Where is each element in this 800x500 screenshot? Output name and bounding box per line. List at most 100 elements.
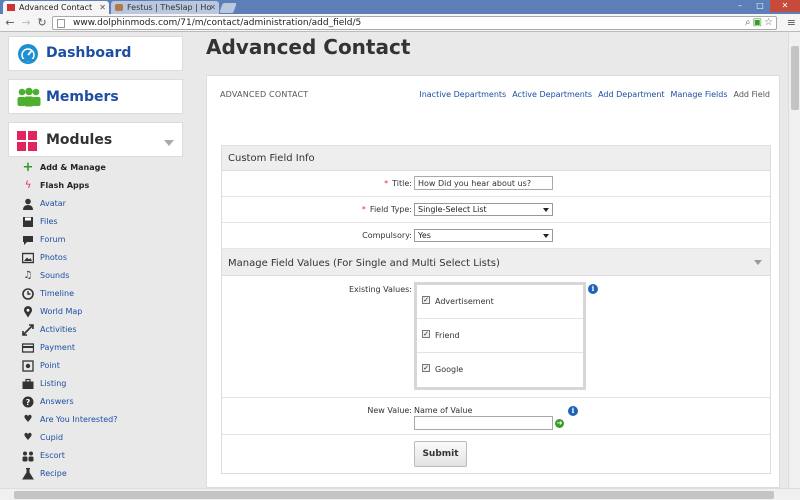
module-item-forum[interactable]: Forum <box>8 231 183 249</box>
module-item-add-manage[interactable]: + Add & Manage <box>8 159 183 177</box>
required-marker: * <box>384 179 389 188</box>
title-label: * Title: <box>384 179 412 188</box>
module-item-label: Files <box>40 217 58 226</box>
music-icon: ♫ <box>23 270 33 281</box>
module-item-activities[interactable]: Activities <box>8 321 183 339</box>
module-item-label: Are You Interested? <box>40 415 118 424</box>
minimize-icon[interactable]: – <box>730 0 750 12</box>
module-item-cupid[interactable]: ♥ Cupid <box>8 429 183 447</box>
new-value-input[interactable] <box>414 416 553 430</box>
dashboard-icon <box>18 44 38 64</box>
module-item-sounds[interactable]: ♫ Sounds <box>8 267 183 285</box>
field-type-select[interactable]: Single-Select List <box>414 203 553 216</box>
link-manage-fields[interactable]: Manage Fields <box>671 90 728 99</box>
horizontal-scrollbar[interactable] <box>0 488 800 500</box>
maximize-icon[interactable]: □ <box>750 0 770 12</box>
floppy-icon <box>23 217 33 227</box>
content-panel: ADVANCED CONTACT Inactive Departments Ac… <box>206 75 780 488</box>
add-field-form: Custom Field Info *Title: *Field Type: S… <box>221 145 771 474</box>
title-input[interactable] <box>414 176 553 190</box>
module-item-label: Point <box>40 361 60 370</box>
panel-title: ADVANCED CONTACT <box>220 90 309 99</box>
point-icon <box>22 360 34 372</box>
plus-icon: + <box>22 160 34 175</box>
value-checkbox[interactable]: ✓ <box>422 330 430 338</box>
module-item-photos[interactable]: Photos <box>8 249 183 267</box>
section-manage-field-values[interactable]: Manage Field Values (For Single and Mult… <box>222 249 770 276</box>
sidebar-modules[interactable]: Modules <box>8 122 183 157</box>
submit-button[interactable]: Submit <box>414 441 467 467</box>
reload-icon[interactable]: ↻ <box>35 16 49 30</box>
section-title: Manage Field Values (For Single and Mult… <box>228 258 500 269</box>
value-checkbox[interactable]: ✓ <box>422 296 430 304</box>
browser-tab-strip: Advanced Contact ✕ Festus | TheSlap | Ho… <box>0 0 800 14</box>
section-custom-field-info: Custom Field Info <box>222 146 770 171</box>
url-text[interactable]: www.dolphinmods.com/71/m/contact/adminis… <box>73 18 361 29</box>
clock-icon <box>22 288 34 300</box>
chevron-down-icon[interactable] <box>754 260 762 265</box>
arrows-icon <box>22 324 34 336</box>
favicon-icon <box>7 4 15 11</box>
module-item-timeline[interactable]: Timeline <box>8 285 183 303</box>
sidebar-members[interactable]: Members <box>8 79 183 114</box>
new-tab-button[interactable] <box>219 3 237 13</box>
value-label: Google <box>435 365 464 374</box>
info-icon[interactable]: i <box>588 284 598 294</box>
browser-tab-active[interactable]: Advanced Contact ✕ <box>3 1 109 14</box>
module-item-escort[interactable]: Escort <box>8 447 183 465</box>
module-item-recipe[interactable]: Recipe <box>8 465 183 483</box>
window-close-icon[interactable]: ✕ <box>770 0 800 12</box>
modules-icon <box>17 131 37 151</box>
scrollbar-thumb[interactable] <box>791 46 799 110</box>
compulsory-value: Yes <box>418 231 431 240</box>
module-item-flash-apps[interactable]: ϟ Flash Apps <box>8 177 183 195</box>
briefcase-icon <box>22 378 34 389</box>
vertical-scrollbar[interactable] <box>788 32 800 488</box>
module-item-point[interactable]: Point <box>8 357 183 375</box>
module-item-label: Flash Apps <box>40 181 90 190</box>
chevron-down-icon[interactable] <box>164 140 174 146</box>
address-bar[interactable]: www.dolphinmods.com/71/m/contact/adminis… <box>52 16 777 30</box>
value-checkbox[interactable]: ✓ <box>422 364 430 372</box>
tab-close-icon[interactable]: ✕ <box>99 1 106 14</box>
back-icon[interactable]: ← <box>3 16 17 30</box>
module-item-label: Escort <box>40 451 65 460</box>
module-item-world-map[interactable]: World Map <box>8 303 183 321</box>
row-submit: Submit <box>222 435 770 473</box>
page-title: Advanced Contact <box>206 35 411 59</box>
link-active-departments[interactable]: Active Departments <box>512 90 592 99</box>
user-icon <box>23 198 33 210</box>
card-icon <box>22 343 34 353</box>
module-item-payment[interactable]: Payment <box>8 339 183 357</box>
photo-icon <box>22 252 34 264</box>
heart-icon: ♥ <box>23 432 33 443</box>
link-add-department[interactable]: Add Department <box>598 90 664 99</box>
extension-icon[interactable]: ▣ <box>753 17 762 29</box>
browser-menu-icon[interactable]: ≡ <box>787 17 796 29</box>
bookmark-star-icon[interactable]: ☆ <box>764 17 773 29</box>
module-item-answers[interactable]: ? Answers <box>8 393 183 411</box>
add-value-icon[interactable]: ➜ <box>555 419 564 428</box>
browser-tab-inactive[interactable]: Festus | TheSlap | Ho ✕ <box>111 1 219 14</box>
forward-icon[interactable]: → <box>19 16 33 30</box>
module-item-listing[interactable]: Listing <box>8 375 183 393</box>
sidebar-dashboard[interactable]: Dashboard <box>8 36 183 71</box>
omnibox-icons: ⌕ ▣ ☆ <box>745 17 773 29</box>
list-item: ✓ Google <box>417 353 583 387</box>
chat-icon <box>23 236 33 245</box>
zoom-icon[interactable]: ⌕ <box>745 17 751 29</box>
module-item-label: Activities <box>40 325 77 334</box>
compulsory-select[interactable]: Yes <box>414 229 553 242</box>
tab-close-icon[interactable]: ✕ <box>209 1 216 14</box>
module-item-avatar[interactable]: Avatar <box>8 195 183 213</box>
info-icon[interactable]: i <box>568 406 578 416</box>
row-title: * Title: <box>222 171 770 197</box>
heart-icon: ♥ <box>23 414 33 425</box>
section-title: Custom Field Info <box>228 153 315 164</box>
link-inactive-departments[interactable]: Inactive Departments <box>419 90 506 99</box>
module-item-files[interactable]: Files <box>8 213 183 231</box>
module-item-are-you-interested[interactable]: ♥ Are You Interested? <box>8 411 183 429</box>
tab-title: Festus | TheSlap | Ho <box>127 3 212 12</box>
modules-list: + Add & Manage ϟ Flash Apps Avatar Files… <box>8 159 183 483</box>
scrollbar-thumb[interactable] <box>14 491 774 499</box>
